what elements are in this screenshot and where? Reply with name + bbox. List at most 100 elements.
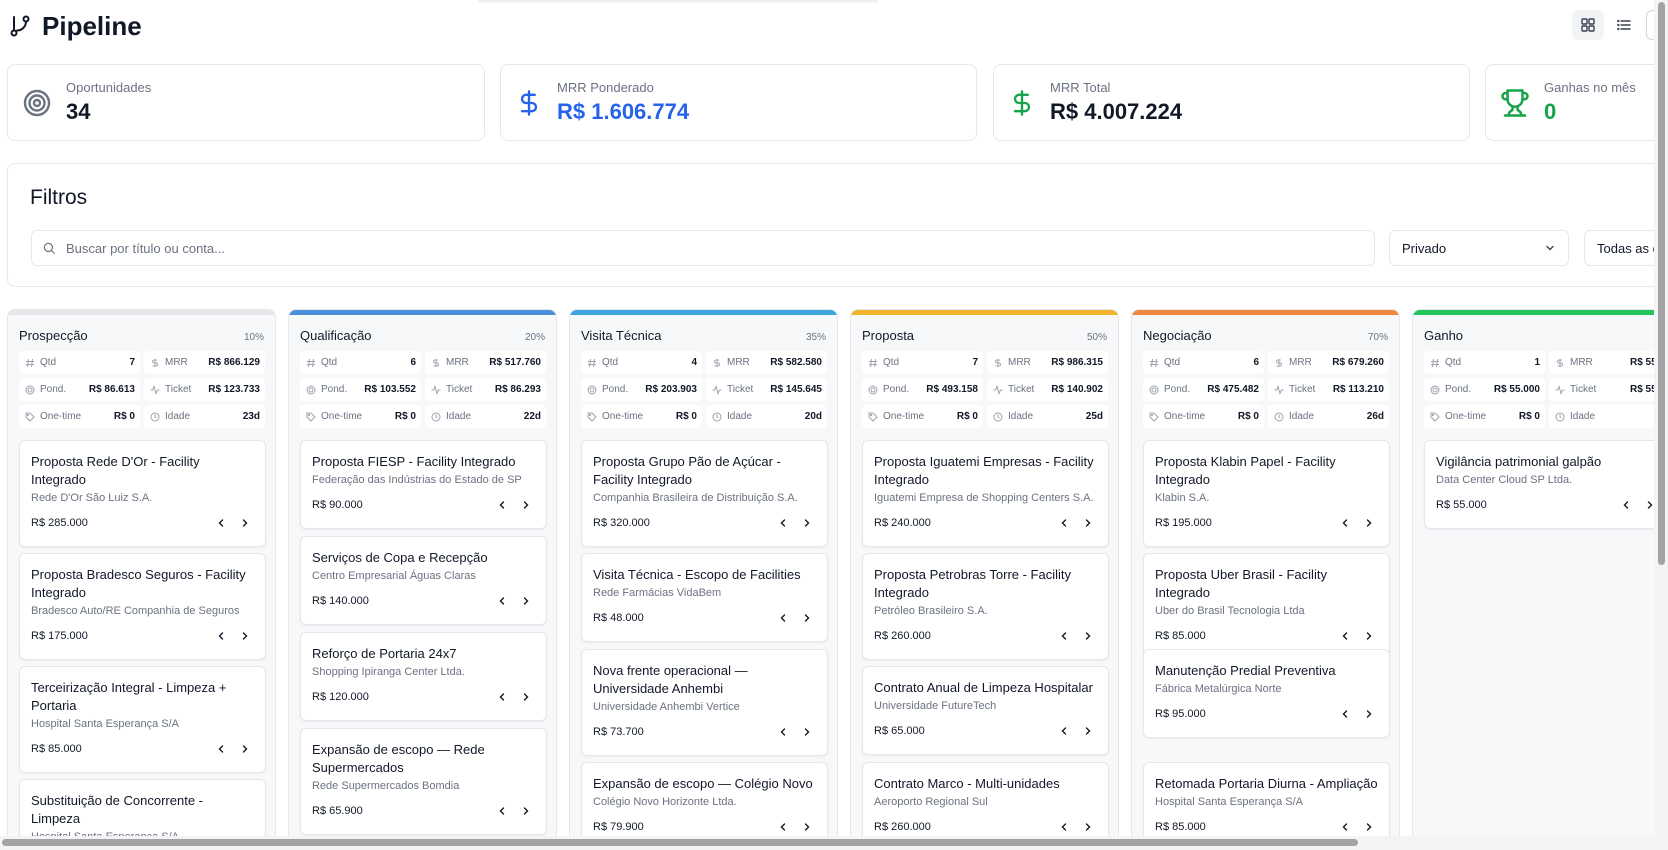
- column-color-bar: [851, 310, 1118, 315]
- move-right-button[interactable]: [1079, 627, 1097, 645]
- opportunity-card[interactable]: Expansão de escopo — Rede Supermercados R…: [300, 728, 547, 835]
- stat-idade: Idade 20d: [706, 405, 827, 428]
- move-right-button[interactable]: [798, 818, 816, 836]
- move-left-button[interactable]: [493, 688, 511, 706]
- stat-value: R$ 679.260: [1332, 357, 1384, 368]
- chevron-right-icon: [240, 631, 250, 641]
- stat-value: 34: [66, 99, 91, 124]
- opportunity-card[interactable]: Vigilância patrimonial galpão Data Center…: [1424, 440, 1668, 529]
- move-right-button[interactable]: [1360, 627, 1378, 645]
- opportunity-card[interactable]: Substituição de Concorrente - LimpezaHos…: [19, 779, 266, 843]
- card-value: R$ 140.000: [312, 595, 369, 607]
- opportunity-card[interactable]: Expansão de escopo — Colégio Novo Colégio…: [581, 762, 828, 842]
- move-left-button[interactable]: [774, 723, 792, 741]
- move-right-button[interactable]: [517, 802, 535, 820]
- move-right-button[interactable]: [517, 496, 535, 514]
- opportunity-card[interactable]: Contrato Marco - Multi-unidades Aeroporto…: [862, 762, 1109, 842]
- card-account: Fábrica Metalúrgica Norte: [1155, 683, 1282, 695]
- move-left-button[interactable]: [212, 514, 230, 532]
- horizontal-scrollbar[interactable]: [0, 836, 1668, 850]
- move-right-button[interactable]: [1360, 818, 1378, 836]
- activity-icon: [431, 384, 441, 395]
- move-left-button[interactable]: [493, 592, 511, 610]
- move-left-button[interactable]: [1055, 514, 1073, 532]
- move-left-button[interactable]: [493, 802, 511, 820]
- move-right-button[interactable]: [1079, 514, 1097, 532]
- card-value: R$ 95.000: [1155, 708, 1206, 720]
- pipeline-column: Visita Técnica 35% Qtd 4 MRR R$ 582.580 Pond. R…: [569, 309, 838, 850]
- stat-label: Qtd: [883, 357, 900, 368]
- opportunity-card[interactable]: Terceirização Integral - Limpeza + Porta…: [19, 666, 266, 773]
- opportunity-card[interactable]: Proposta Iguatemi Empresas - Facility In…: [862, 440, 1109, 547]
- column-header: Negociação 70%: [1143, 328, 1388, 343]
- search-box[interactable]: [31, 230, 1375, 266]
- pipeline-column: Qualificação 20% Qtd 6 MRR R$ 517.760 Pond. R$ …: [288, 309, 557, 850]
- opportunity-card[interactable]: Proposta Grupo Pão de Açúcar - Facility …: [581, 440, 828, 547]
- opportunity-card[interactable]: Manutenção Predial Preventiva Fábrica Met…: [1143, 649, 1390, 738]
- card-value: R$ 85.000: [1155, 630, 1206, 642]
- move-right-button[interactable]: [517, 592, 535, 610]
- stat-value: R$ 103.552: [364, 384, 416, 395]
- move-right-button[interactable]: [1079, 722, 1097, 740]
- opportunity-card[interactable]: Proposta Rede D'Or - Facility Integrado R…: [19, 440, 266, 547]
- card-title: Visita Técnica - Escopo de Facilities: [593, 567, 801, 582]
- opportunity-card[interactable]: Proposta FIESP - Facility Integrado Feder…: [300, 440, 547, 529]
- move-left-button[interactable]: [1336, 705, 1354, 723]
- move-left-button[interactable]: [493, 496, 511, 514]
- move-right-button[interactable]: [1360, 514, 1378, 532]
- vertical-scrollbar[interactable]: [1654, 0, 1668, 840]
- opportunity-card[interactable]: Contrato Anual de Limpeza Hospitalar Univ…: [862, 666, 1109, 755]
- horizontal-scroll-thumb[interactable]: [2, 839, 1358, 846]
- opportunity-card[interactable]: Nova frente operacional — Universidade A…: [581, 649, 828, 756]
- move-right-button[interactable]: [798, 609, 816, 627]
- opportunity-card[interactable]: Serviços de Copa e Recepção Centro Empres…: [300, 536, 547, 625]
- list-view-button[interactable]: [1608, 10, 1640, 40]
- target-icon: [1430, 385, 1440, 395]
- column-probability: 20%: [524, 332, 545, 343]
- move-left-button[interactable]: [1617, 496, 1635, 514]
- move-right-button[interactable]: [236, 514, 254, 532]
- move-left-button[interactable]: [1336, 627, 1354, 645]
- move-left-button[interactable]: [774, 514, 792, 532]
- card-title: Contrato Marco - Multi-unidades: [874, 776, 1060, 791]
- opportunity-card[interactable]: Proposta Klabin Papel - Facility Integra…: [1143, 440, 1390, 547]
- move-left-button[interactable]: [1055, 818, 1073, 836]
- move-left-button[interactable]: [1055, 722, 1073, 740]
- search-input[interactable]: [66, 240, 1346, 256]
- column-title: Visita Técnica: [581, 328, 662, 343]
- opportunity-card[interactable]: Visita Técnica - Escopo de Facilities Red…: [581, 553, 828, 642]
- stat-ticket: Ticket R$ 55.0: [1549, 378, 1668, 401]
- move-right-button[interactable]: [798, 723, 816, 741]
- column-header: Qualificação 20%: [300, 328, 545, 343]
- card-value: R$ 85.000: [1155, 821, 1206, 833]
- opportunity-card[interactable]: Reforço de Portaria 24x7 Shopping Ipirang…: [300, 632, 547, 721]
- column-color-bar: [1413, 310, 1668, 315]
- opportunity-card[interactable]: Retomada Portaria Diurna - Ampliação Hosp…: [1143, 762, 1390, 842]
- move-left-button[interactable]: [774, 818, 792, 836]
- move-left-button[interactable]: [774, 609, 792, 627]
- move-left-button[interactable]: [1336, 818, 1354, 836]
- chevron-right-icon: [802, 822, 812, 832]
- move-left-button[interactable]: [1336, 514, 1354, 532]
- column-color-bar: [8, 310, 275, 315]
- move-right-button[interactable]: [236, 627, 254, 645]
- opportunity-card[interactable]: Proposta Bradesco Seguros - Facility Int…: [19, 553, 266, 660]
- opportunity-card[interactable]: Proposta Uber Brasil - Facility Integrad…: [1143, 553, 1390, 660]
- move-right-button[interactable]: [1360, 705, 1378, 723]
- stat-value: 23d: [242, 411, 260, 422]
- stat-qtd: Qtd 4: [581, 351, 702, 374]
- column-color-bar: [289, 310, 556, 315]
- move-right-button[interactable]: [236, 740, 254, 758]
- move-left-button[interactable]: [1055, 627, 1073, 645]
- view-toggle: [1572, 10, 1640, 40]
- visibility-select[interactable]: Privado: [1389, 230, 1569, 266]
- move-left-button[interactable]: [212, 740, 230, 758]
- move-right-button[interactable]: [1079, 818, 1097, 836]
- move-left-button[interactable]: [212, 627, 230, 645]
- stat-ticket: Ticket R$ 123.733: [144, 378, 265, 401]
- opportunity-card[interactable]: Proposta Petrobras Torre - Facility Inte…: [862, 553, 1109, 660]
- move-right-button[interactable]: [517, 688, 535, 706]
- grid-view-button[interactable]: [1572, 10, 1604, 40]
- move-right-button[interactable]: [798, 514, 816, 532]
- vertical-scroll-thumb[interactable]: [1658, 2, 1665, 565]
